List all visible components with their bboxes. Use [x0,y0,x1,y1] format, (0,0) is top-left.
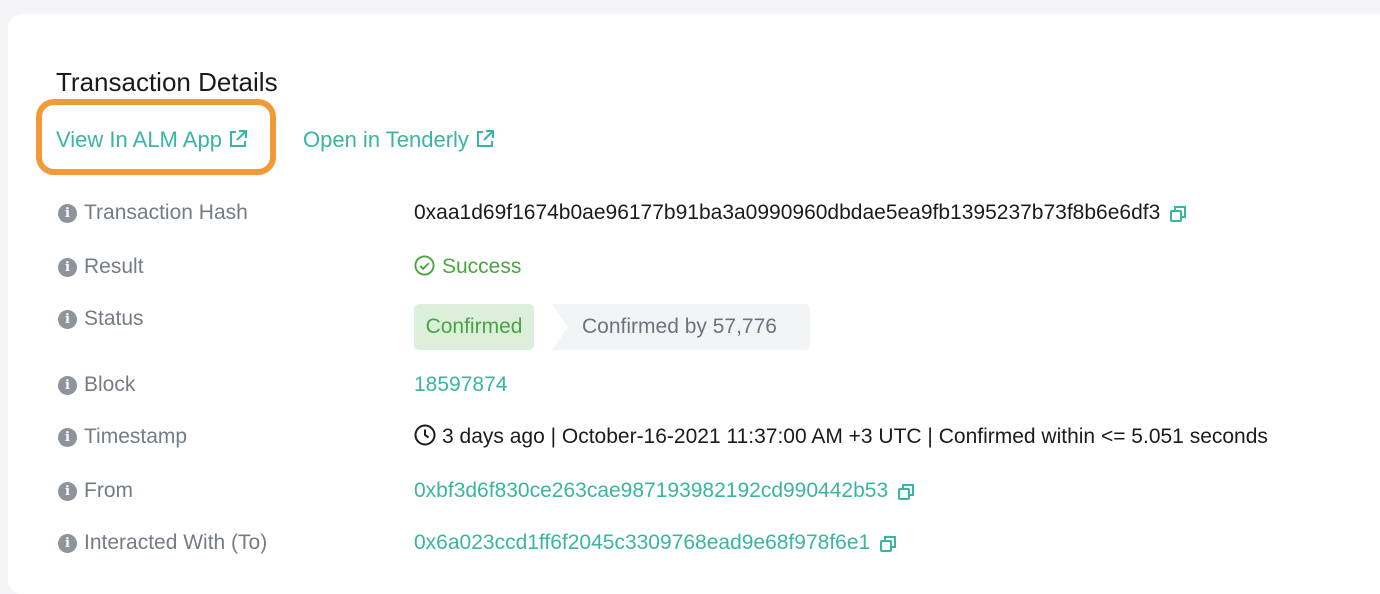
result-label-row: i Result [58,254,144,280]
tx-hash-value: 0xaa1d69f1674b0ae96177b91ba3a0990960dbda… [414,201,1161,224]
view-in-alm-app-link[interactable]: View In ALM App [56,126,248,154]
status-label: Status [84,307,144,330]
info-icon: i [58,258,77,277]
tx-hash-label: Transaction Hash [84,201,248,224]
block-label-row: i Block [58,372,135,398]
tx-hash-label-row: i Transaction Hash [58,200,248,226]
to-label: Interacted With (To) [84,531,268,554]
info-icon: i [58,534,77,553]
info-icon: i [58,310,77,329]
open-in-tenderly-link[interactable]: Open in Tenderly [303,126,495,154]
copy-icon[interactable] [879,535,897,553]
timestamp-value-row: 3 days ago | October-16-2021 11:37:00 AM… [414,424,1268,450]
check-circle-icon [414,255,435,276]
info-icon: i [58,428,77,447]
to-label-row: i Interacted With (To) [58,530,267,556]
copy-icon[interactable] [897,483,915,501]
from-label-row: i From [58,478,133,504]
tx-hash-value-row: 0xaa1d69f1674b0ae96177b91ba3a0990960dbda… [414,200,1187,226]
copy-icon[interactable] [1169,205,1187,223]
block-value[interactable]: 18597874 [414,372,507,398]
from-value-row: 0xbf3d6f830ce263cae987193982192cd990442b… [414,478,915,504]
external-link-icon [476,130,494,147]
page-title: Transaction Details [56,67,278,97]
status-badge: Confirmed [414,304,534,350]
timestamp-value: 3 days ago | October-16-2021 11:37:00 AM… [442,425,1268,448]
to-address-link[interactable]: 0x6a023ccd1ff6f2045c3309768ead9e68f978f6… [414,531,870,554]
external-link-icon [229,130,247,147]
info-icon: i [58,482,77,501]
info-icon: i [58,376,77,395]
block-label: Block [84,373,136,396]
confirmations-text: Confirmed by 57,776 [582,315,777,338]
from-address-link[interactable]: 0xbf3d6f830ce263cae987193982192cd990442b… [414,479,888,502]
clock-icon [414,424,436,446]
result-label: Result [84,255,144,278]
status-label-row: i Status [58,306,144,332]
timestamp-label: Timestamp [84,425,188,448]
result-value-row: Success [414,254,521,280]
from-label: From [84,479,133,502]
confirmations-badge: Confirmed by 57,776 [552,304,810,350]
to-value-row: 0x6a023ccd1ff6f2045c3309768ead9e68f978f6… [414,530,897,556]
timestamp-label-row: i Timestamp [58,424,187,450]
view-in-alm-app-label: View In ALM App [56,127,222,152]
result-value: Success [442,255,522,278]
info-icon: i [58,204,77,223]
open-in-tenderly-label: Open in Tenderly [303,127,469,152]
